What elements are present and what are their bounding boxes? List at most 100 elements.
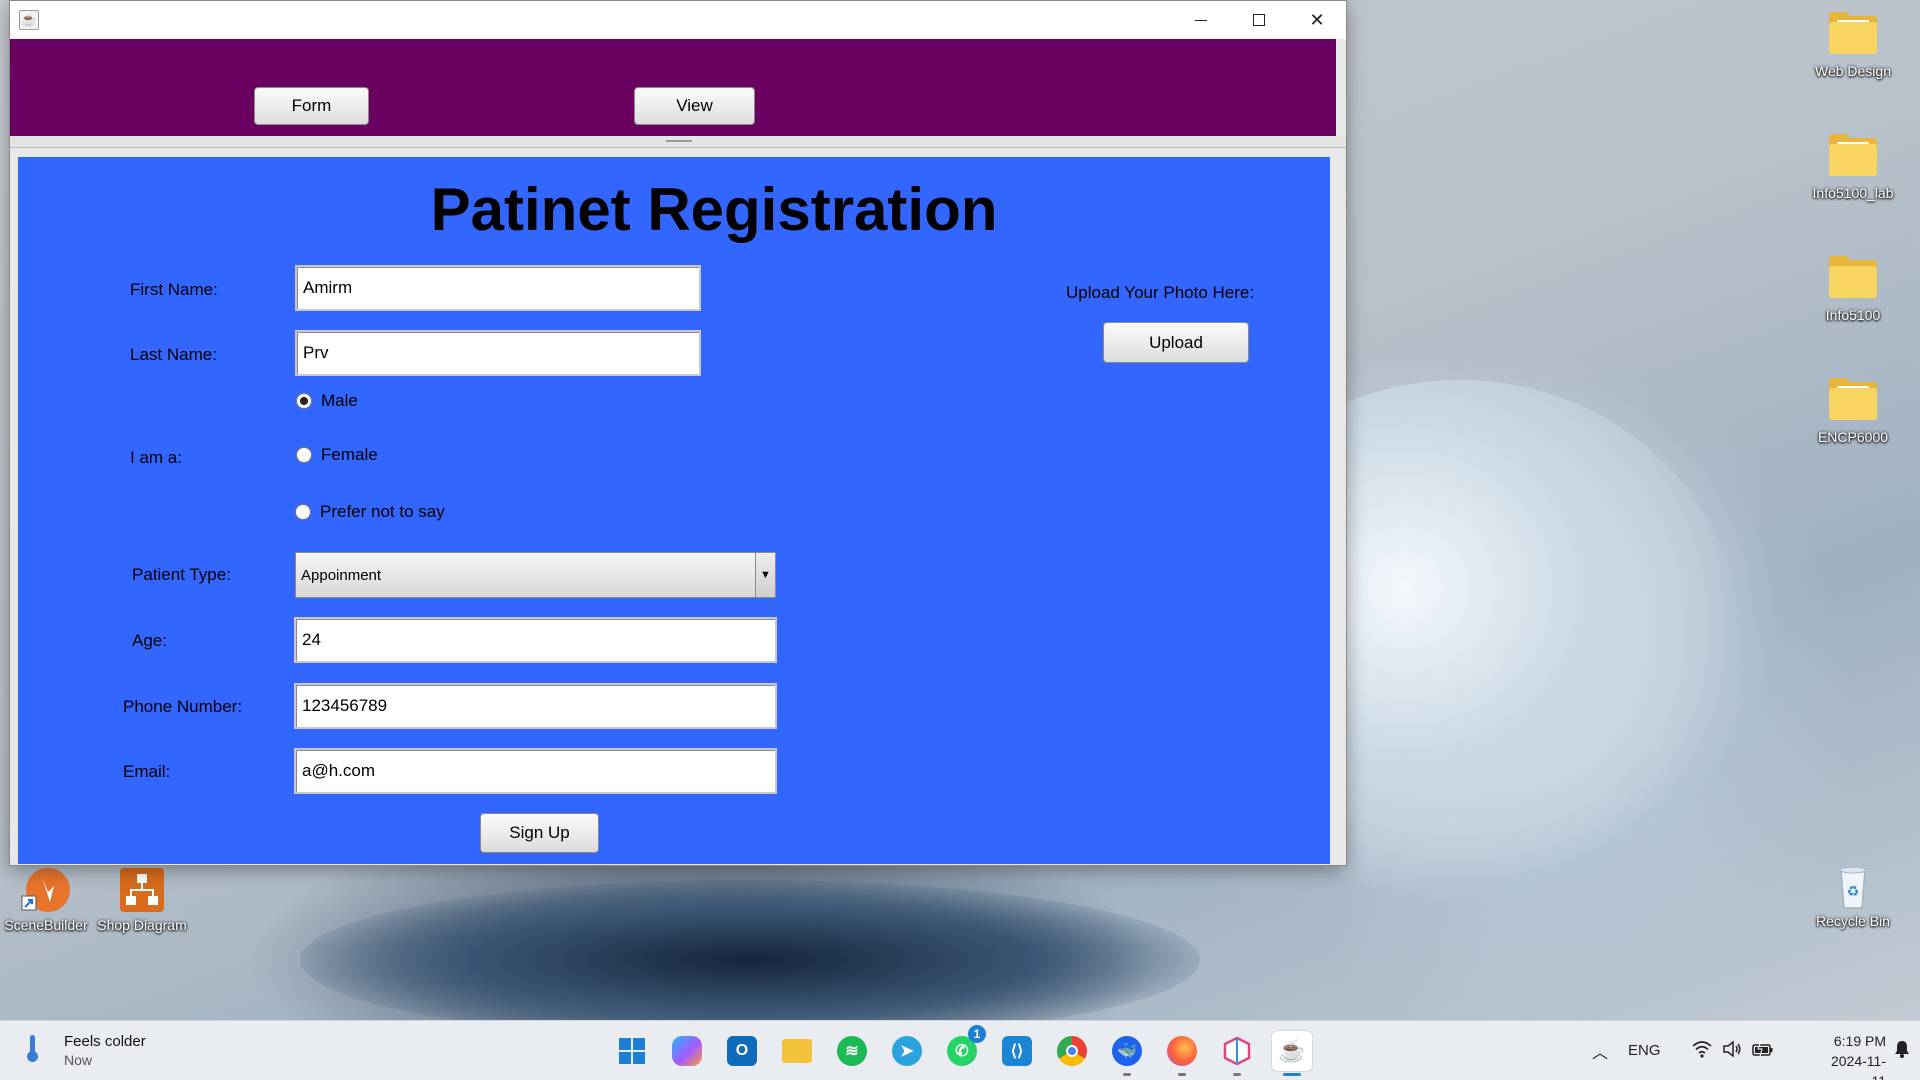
weather-subtitle: Now xyxy=(64,1052,93,1068)
weather-title: Feels colder xyxy=(64,1033,146,1050)
spotify-button[interactable]: ≋ xyxy=(832,1031,872,1071)
desktop-icon-info5100[interactable]: Info5100 xyxy=(1803,256,1903,324)
folder-icon xyxy=(1827,12,1879,56)
vscode-button[interactable]: ⟨⟩ xyxy=(997,1031,1037,1071)
app-cube-button[interactable] xyxy=(1217,1031,1257,1076)
split-pane-divider[interactable] xyxy=(10,136,1346,148)
system-tray: ︿ ENG 6:19 PM 2024-11-11 xyxy=(1580,1021,1920,1080)
radio-label: Prefer not to say xyxy=(320,502,445,521)
desktop-icon-label: Info5100 xyxy=(1825,307,1881,323)
phone-field[interactable] xyxy=(294,683,777,729)
radio-male[interactable]: Male xyxy=(296,391,358,411)
file-explorer-button[interactable] xyxy=(777,1031,817,1071)
thermometer-icon xyxy=(22,1033,42,1063)
last-name-field[interactable] xyxy=(295,330,701,376)
chrome-icon xyxy=(1057,1036,1087,1066)
outlook-icon: O xyxy=(727,1036,757,1066)
telegram-button[interactable]: ➤ xyxy=(887,1031,927,1071)
desktop-icon-shop-diagram[interactable]: Shop Diagram xyxy=(92,866,192,934)
clock-date: 2024-11-11 xyxy=(1830,1053,1886,1080)
desktop-icon-label: Web Design xyxy=(1814,63,1891,79)
start-button[interactable] xyxy=(612,1031,652,1071)
scenebuilder-icon xyxy=(20,866,72,912)
sign-up-button[interactable]: Sign Up xyxy=(480,813,599,853)
maximize-button[interactable] xyxy=(1230,1,1288,39)
copilot-button[interactable] xyxy=(667,1031,707,1071)
radio-button-selected[interactable] xyxy=(296,393,312,409)
desktop-icon-web-design[interactable]: Web Design xyxy=(1803,12,1903,80)
desktop-icon-recycle-bin[interactable]: ♻ Recycle Bin xyxy=(1803,862,1903,930)
clock-time: 6:19 PM xyxy=(1833,1033,1886,1049)
view-button[interactable]: View xyxy=(634,87,755,125)
email-field[interactable] xyxy=(294,748,777,794)
radio-prefer-not[interactable]: Prefer not to say xyxy=(295,502,445,522)
desktop-icon-scenebuilder[interactable]: SceneBuilder xyxy=(0,866,96,934)
battery-icon xyxy=(1752,1040,1774,1063)
first-name-field[interactable] xyxy=(295,265,701,311)
language-indicator[interactable]: ENG xyxy=(1628,1042,1661,1059)
weather-widget[interactable]: Feels colder Now xyxy=(22,1033,146,1070)
folder-icon xyxy=(1827,256,1879,300)
close-icon: ✕ xyxy=(1309,9,1325,30)
age-label: Age: xyxy=(132,631,167,650)
java-app-button[interactable]: ☕ xyxy=(1272,1031,1312,1076)
telegram-icon: ➤ xyxy=(892,1036,922,1066)
svg-text:♻: ♻ xyxy=(1847,884,1860,900)
desktop-icon-label: Shop Diagram xyxy=(97,917,187,933)
outlook-button[interactable]: O xyxy=(722,1031,762,1071)
window-titlebar[interactable]: ☕ ✕ xyxy=(10,1,1346,39)
desktop-icon-info5100-lab[interactable]: Info5100_lab xyxy=(1803,134,1903,202)
folder-icon xyxy=(782,1039,812,1063)
minimize-icon xyxy=(1195,19,1207,21)
gender-label: I am a: xyxy=(130,448,182,467)
desktop-icon-label: ENCP6000 xyxy=(1817,429,1889,445)
nav-bar: Form View xyxy=(10,39,1336,136)
close-button[interactable]: ✕ xyxy=(1288,1,1346,39)
wallpaper-swirl-dark xyxy=(300,880,1200,1040)
desktop-icon-encp6000[interactable]: ENCP6000 xyxy=(1803,378,1903,446)
radio-button[interactable] xyxy=(296,447,312,463)
minimize-button[interactable] xyxy=(1172,1,1230,39)
radio-female[interactable]: Female xyxy=(296,445,378,465)
email-label: Email: xyxy=(123,762,171,781)
dropdown-arrow-icon[interactable]: ▼ xyxy=(755,553,775,597)
phone-label: Phone Number: xyxy=(123,697,243,716)
quick-settings[interactable] xyxy=(1692,1040,1784,1063)
docker-icon: 🐳 xyxy=(1112,1036,1142,1066)
radio-button[interactable] xyxy=(295,504,311,520)
java-app-icon: ☕ xyxy=(19,10,39,30)
chevron-up-icon[interactable]: ︿ xyxy=(1592,1039,1608,1063)
patient-type-value: Appoinment xyxy=(301,566,382,584)
desktop-icon-label: Info5100_lab xyxy=(1812,185,1894,201)
registration-form-panel: Patinet Registration First Name: Last Na… xyxy=(18,157,1330,864)
age-field[interactable] xyxy=(294,617,777,663)
radio-label: Female xyxy=(321,445,378,464)
last-name-label: Last Name: xyxy=(130,345,217,364)
cube-icon xyxy=(1223,1036,1251,1066)
diagram-icon xyxy=(116,866,168,912)
chrome-button[interactable] xyxy=(1052,1031,1092,1071)
form-button[interactable]: Form xyxy=(254,87,369,125)
notification-bell-icon[interactable] xyxy=(1894,1040,1910,1063)
folder-icon xyxy=(1827,134,1879,178)
running-indicator xyxy=(1178,1073,1186,1076)
whatsapp-button[interactable]: ✆ 1 xyxy=(942,1025,986,1071)
notification-badge: 1 xyxy=(968,1025,986,1043)
clock[interactable]: 6:19 PM 2024-11-11 xyxy=(1820,1031,1886,1080)
firefox-button[interactable] xyxy=(1162,1031,1202,1076)
upload-button[interactable]: Upload xyxy=(1103,322,1249,363)
folder-icon xyxy=(1827,378,1879,422)
patient-type-select[interactable]: Appoinment ▼ xyxy=(295,552,776,598)
running-indicator xyxy=(1233,1073,1241,1076)
active-indicator xyxy=(1283,1073,1301,1076)
wifi-icon xyxy=(1692,1040,1712,1063)
radio-label: Male xyxy=(321,391,358,410)
running-indicator xyxy=(1123,1073,1131,1076)
page-title: Patinet Registration xyxy=(430,176,998,243)
vscode-icon: ⟨⟩ xyxy=(1002,1036,1032,1066)
volume-icon xyxy=(1722,1040,1742,1063)
spotify-icon: ≋ xyxy=(837,1036,867,1066)
taskbar-apps: O ≋ ➤ ✆ 1 ⟨⟩ 🐳 ☕ xyxy=(612,1025,1327,1076)
java-icon: ☕ xyxy=(1278,1038,1306,1063)
docker-button[interactable]: 🐳 xyxy=(1107,1031,1147,1076)
